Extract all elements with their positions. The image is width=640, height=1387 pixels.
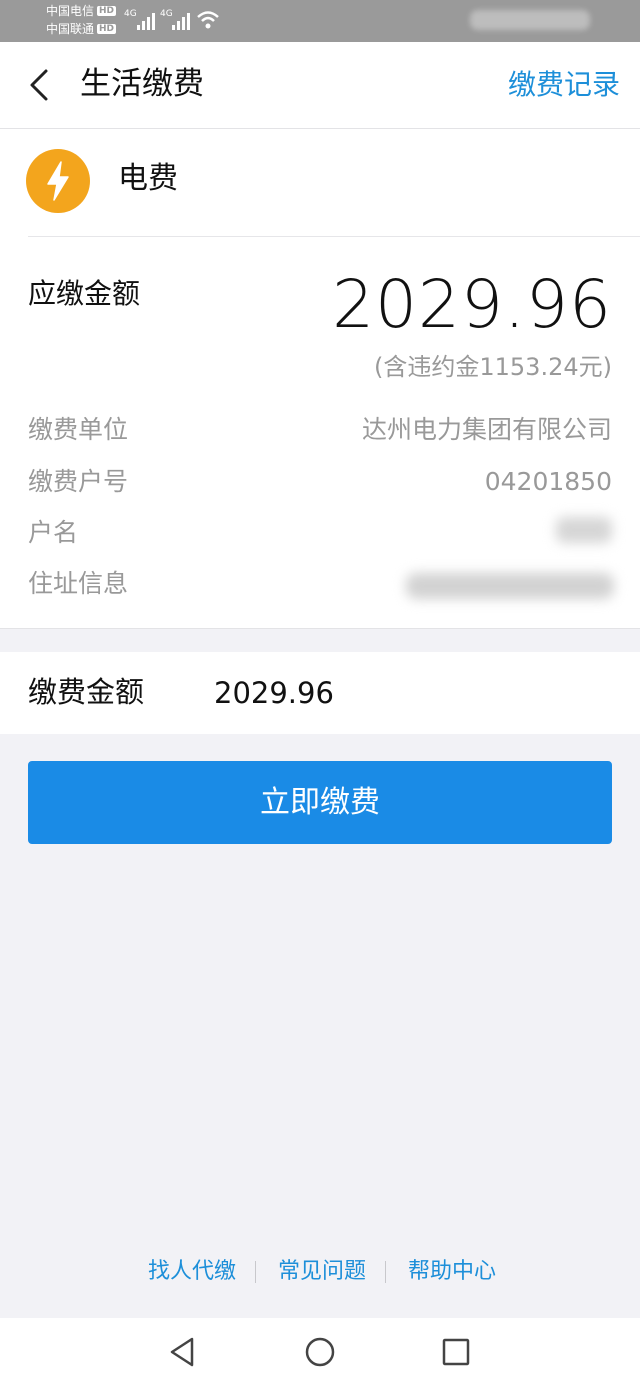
info-value-address-redacted (406, 573, 614, 599)
info-value-account: 04201850 (484, 467, 612, 496)
penalty-note: (含违约金1153.24元) (374, 353, 612, 381)
info-label-unit: 缴费单位 (28, 415, 129, 444)
network-type-1: 4G (124, 9, 137, 19)
back-arrow-icon[interactable] (24, 68, 56, 102)
payment-amount-label: 缴费金额 (28, 675, 145, 709)
info-label-name: 户名 (28, 518, 79, 547)
lightning-bolt-icon (26, 149, 90, 213)
signal-icon (172, 12, 190, 30)
footer-link-help-center[interactable]: 帮助中心 (408, 1255, 496, 1289)
bill-type: 电费 (118, 161, 178, 196)
footer-divider (385, 1261, 386, 1283)
info-value-name-redacted (556, 517, 612, 543)
back-triangle-icon[interactable] (164, 1334, 200, 1370)
info-label-account: 缴费户号 (28, 467, 129, 496)
signal-icon (137, 12, 155, 30)
status-icons-blurred (470, 10, 590, 30)
hd-badge-2: HD (97, 24, 117, 34)
carrier-1-name: 中国电信 (46, 4, 95, 18)
app-header: 生活缴费 缴费记录 (0, 42, 640, 129)
divider (28, 236, 640, 237)
system-nav-bar (0, 1318, 640, 1387)
page-title: 生活缴费 (80, 66, 204, 102)
footer-divider (255, 1261, 256, 1283)
carrier-2: 中国联通 HD (46, 22, 117, 36)
info-label-address: 住址信息 (28, 569, 129, 598)
footer-link-proxy-pay[interactable]: 找人代缴 (148, 1255, 236, 1289)
due-amount: 2029.96 (332, 266, 612, 343)
hd-badge-1: HD (97, 6, 117, 16)
pay-now-button[interactable]: 立即缴费 (28, 761, 612, 844)
carrier-2-name: 中国联通 (46, 22, 95, 36)
status-bar: 中国电信 HD 中国联通 HD 4G 4G (0, 0, 640, 42)
payment-records-link[interactable]: 缴费记录 (508, 66, 620, 104)
payment-amount-input[interactable]: 2029.96 (214, 673, 334, 713)
info-value-unit: 达州电力集团有限公司 (361, 415, 612, 444)
bill-card: 电费 应缴金额 2029.96 (含违约金1153.24元) 缴费单位 达州电力… (0, 129, 640, 629)
footer-links: 找人代缴 常见问题 帮助中心 (0, 1255, 640, 1289)
network-type-2: 4G (160, 9, 173, 19)
footer-link-faq[interactable]: 常见问题 (278, 1255, 366, 1289)
carrier-1: 中国电信 HD (46, 4, 117, 18)
recent-apps-square-icon[interactable] (438, 1334, 474, 1370)
due-amount-label: 应缴金额 (28, 277, 141, 310)
home-circle-icon[interactable] (302, 1334, 338, 1370)
payment-amount-row: 缴费金额 2029.96 (0, 652, 640, 734)
wifi-icon (197, 11, 219, 29)
